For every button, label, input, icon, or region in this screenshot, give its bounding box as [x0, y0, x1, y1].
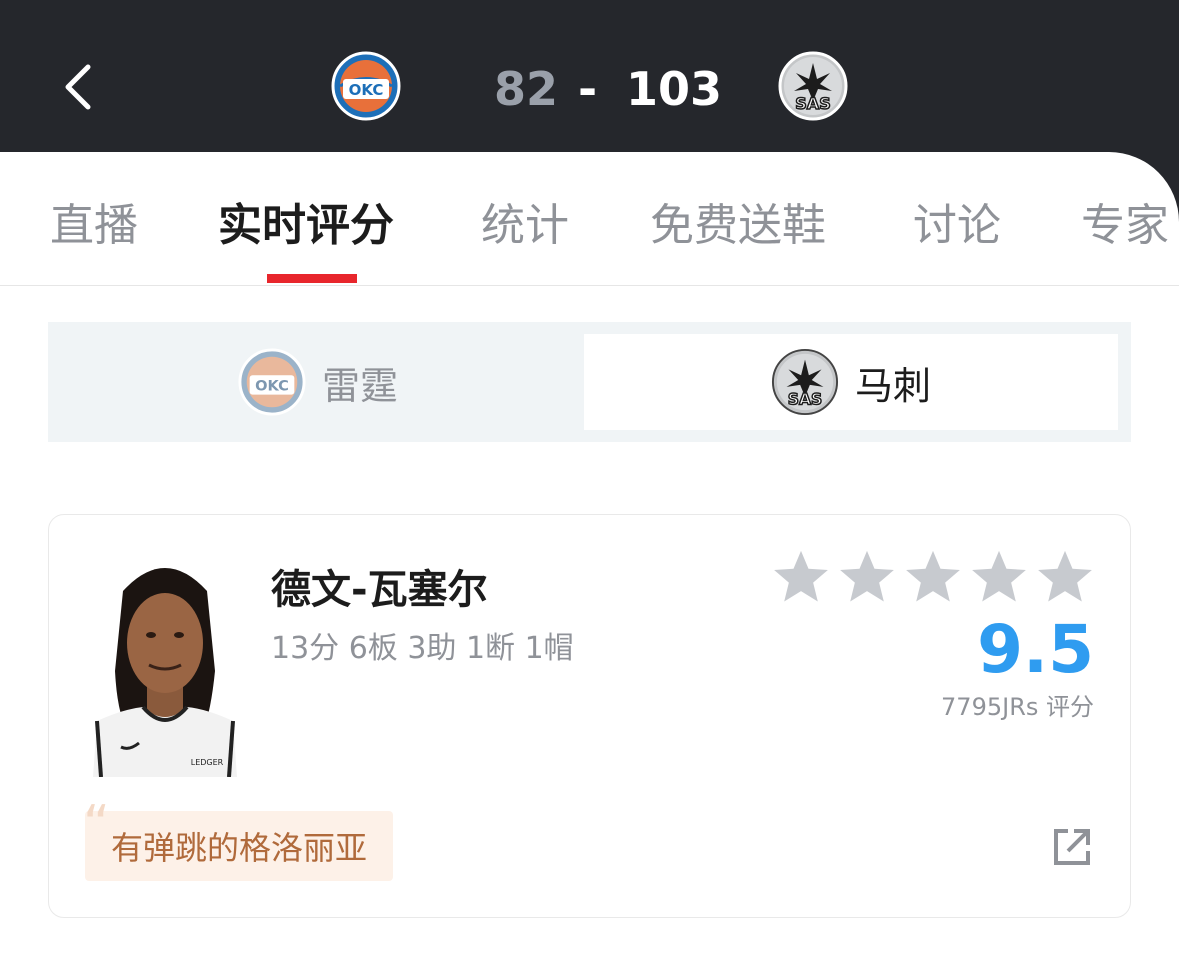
- okc-logo-icon: OKC: [238, 348, 306, 416]
- sas-logo-icon: SAS: [771, 348, 839, 416]
- home-score: 82: [494, 62, 559, 116]
- player-stats: 13分 6板 3助 1断 1帽: [271, 631, 574, 666]
- svg-text:LEDGER: LEDGER: [191, 758, 224, 767]
- share-button[interactable]: [1052, 827, 1092, 867]
- game-header: OKC 82 - 103 SAS: [0, 0, 1179, 152]
- star-icon[interactable]: [901, 547, 965, 609]
- share-icon: [1054, 829, 1090, 865]
- star-icon[interactable]: [967, 547, 1031, 609]
- player-photo: LEDGER: [93, 568, 237, 777]
- team-option-home[interactable]: OKC 雷霆: [238, 334, 398, 430]
- top-comment[interactable]: 有弹跳的格洛丽亚: [85, 811, 394, 881]
- rating-count: 7795JRs 评分: [941, 693, 1094, 721]
- svg-text:SAS: SAS: [795, 94, 830, 113]
- comment-text: 有弹跳的格洛丽亚: [111, 829, 368, 867]
- tab-discussion[interactable]: 讨论: [913, 196, 1001, 256]
- player-rating-card[interactable]: LEDGER 德文-瓦塞尔 13分 6板 3助 1断 1帽 9.5 7795JR…: [48, 514, 1131, 918]
- svg-text:SAS: SAS: [788, 390, 822, 408]
- tab-live[interactable]: 直播: [50, 196, 138, 256]
- star-icon[interactable]: [835, 547, 899, 609]
- active-tab-indicator: [267, 274, 357, 283]
- tab-experts[interactable]: 专家: [1081, 196, 1169, 256]
- tab-live-rating[interactable]: 实时评分: [218, 196, 394, 256]
- team-label-away: 马刺: [854, 363, 931, 408]
- chevron-left-icon: [65, 64, 91, 110]
- team-option-away[interactable]: SAS 马刺: [584, 334, 1118, 430]
- tab-bar: 直播 实时评分 统计 免费送鞋 讨论 专家: [0, 152, 1179, 286]
- rating-score: 9.5: [977, 611, 1094, 688]
- star-rating[interactable]: [769, 547, 1099, 609]
- team-switch: OKC 雷霆 SAS 马刺: [48, 322, 1131, 442]
- tab-free-shoes[interactable]: 免费送鞋: [650, 196, 826, 256]
- score-separator: -: [578, 62, 598, 116]
- tab-stats[interactable]: 统计: [481, 196, 569, 256]
- quote-icon: “: [83, 795, 110, 855]
- star-icon[interactable]: [769, 547, 833, 609]
- star-icon[interactable]: [1033, 547, 1097, 609]
- back-button[interactable]: [52, 52, 102, 122]
- sas-logo-icon[interactable]: SAS: [778, 51, 848, 121]
- svg-text:OKC: OKC: [255, 378, 289, 395]
- away-score: 103: [626, 62, 723, 116]
- team-label-home: 雷霆: [322, 363, 399, 408]
- okc-logo-icon[interactable]: OKC: [331, 51, 401, 121]
- svg-text:OKC: OKC: [349, 81, 384, 99]
- player-name: 德文-瓦塞尔: [271, 567, 488, 613]
